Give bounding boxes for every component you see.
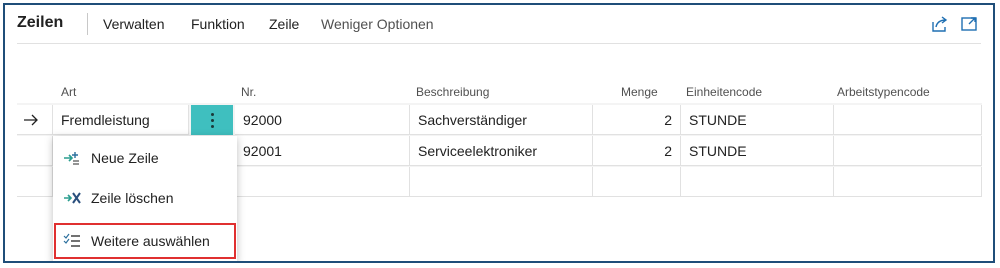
cell-einheitencode[interactable]: STUNDE bbox=[681, 136, 834, 166]
expand-icon[interactable] bbox=[959, 14, 979, 34]
share-icon[interactable] bbox=[929, 14, 949, 34]
delete-line-icon bbox=[64, 192, 81, 204]
row-actions-button[interactable] bbox=[191, 105, 233, 135]
menu-item-label: Weitere auswählen bbox=[91, 233, 210, 249]
action-funktion[interactable]: Funktion bbox=[191, 16, 245, 32]
table-row[interactable]: Fremdleistung 92000 Sachverständiger 2 S… bbox=[17, 105, 982, 135]
column-header-beschreibung[interactable]: Beschreibung bbox=[416, 85, 489, 99]
cell-art[interactable]: Fremdleistung bbox=[53, 105, 189, 135]
cell-menge[interactable] bbox=[593, 167, 681, 197]
cell-beschreibung[interactable]: Sachverständiger bbox=[410, 105, 593, 135]
action-weniger-optionen[interactable]: Weniger Optionen bbox=[321, 16, 434, 32]
column-header-menge[interactable]: Menge bbox=[621, 85, 658, 99]
cell-einheitencode[interactable] bbox=[681, 167, 834, 197]
row-indicator[interactable] bbox=[17, 136, 53, 166]
cell-beschreibung[interactable] bbox=[410, 167, 593, 197]
cell-arbeitstypencode[interactable] bbox=[834, 136, 982, 166]
menu-item-new-line[interactable]: Neue Zeile bbox=[53, 139, 237, 177]
cell-nr[interactable]: 92001 bbox=[235, 136, 410, 166]
cell-arbeitstypencode[interactable] bbox=[834, 167, 982, 197]
header-divider bbox=[87, 13, 88, 35]
column-header-arbeitstypencode[interactable]: Arbeitstypencode bbox=[837, 85, 930, 99]
lines-header: Zeilen Verwalten Funktion Zeile Weniger … bbox=[5, 5, 993, 43]
action-zeile[interactable]: Zeile bbox=[269, 16, 299, 32]
menu-item-select-more[interactable]: Weitere auswählen bbox=[53, 222, 237, 260]
lines-panel: Zeilen Verwalten Funktion Zeile Weniger … bbox=[3, 3, 995, 263]
column-header-einheitencode[interactable]: Einheitencode bbox=[686, 85, 762, 99]
menu-item-delete-line[interactable]: Zeile löschen bbox=[53, 179, 237, 217]
action-verwalten[interactable]: Verwalten bbox=[103, 16, 164, 32]
cell-arbeitstypencode[interactable] bbox=[834, 105, 982, 135]
cell-nr[interactable] bbox=[235, 167, 410, 197]
panel-title: Zeilen bbox=[17, 14, 64, 31]
row-indicator[interactable] bbox=[17, 167, 53, 197]
cell-beschreibung[interactable]: Serviceelektroniker bbox=[410, 136, 593, 166]
cell-menge[interactable]: 2 bbox=[593, 136, 681, 166]
menu-item-label: Zeile löschen bbox=[91, 190, 174, 206]
menu-item-label: Neue Zeile bbox=[91, 150, 159, 166]
new-line-icon bbox=[64, 152, 79, 165]
arrow-right-icon bbox=[24, 114, 38, 126]
cell-einheitencode[interactable]: STUNDE bbox=[681, 105, 834, 135]
select-more-icon bbox=[63, 233, 80, 247]
column-header-nr[interactable]: Nr. bbox=[241, 85, 256, 99]
cell-menge[interactable]: 2 bbox=[593, 105, 681, 135]
column-header-art[interactable]: Art bbox=[61, 85, 76, 99]
header-underline bbox=[17, 43, 981, 44]
row-indicator[interactable] bbox=[17, 105, 53, 135]
cell-nr[interactable]: 92000 bbox=[235, 105, 410, 135]
row-context-menu: Neue Zeile Zeile löschen Weitere auswähl… bbox=[53, 136, 237, 261]
